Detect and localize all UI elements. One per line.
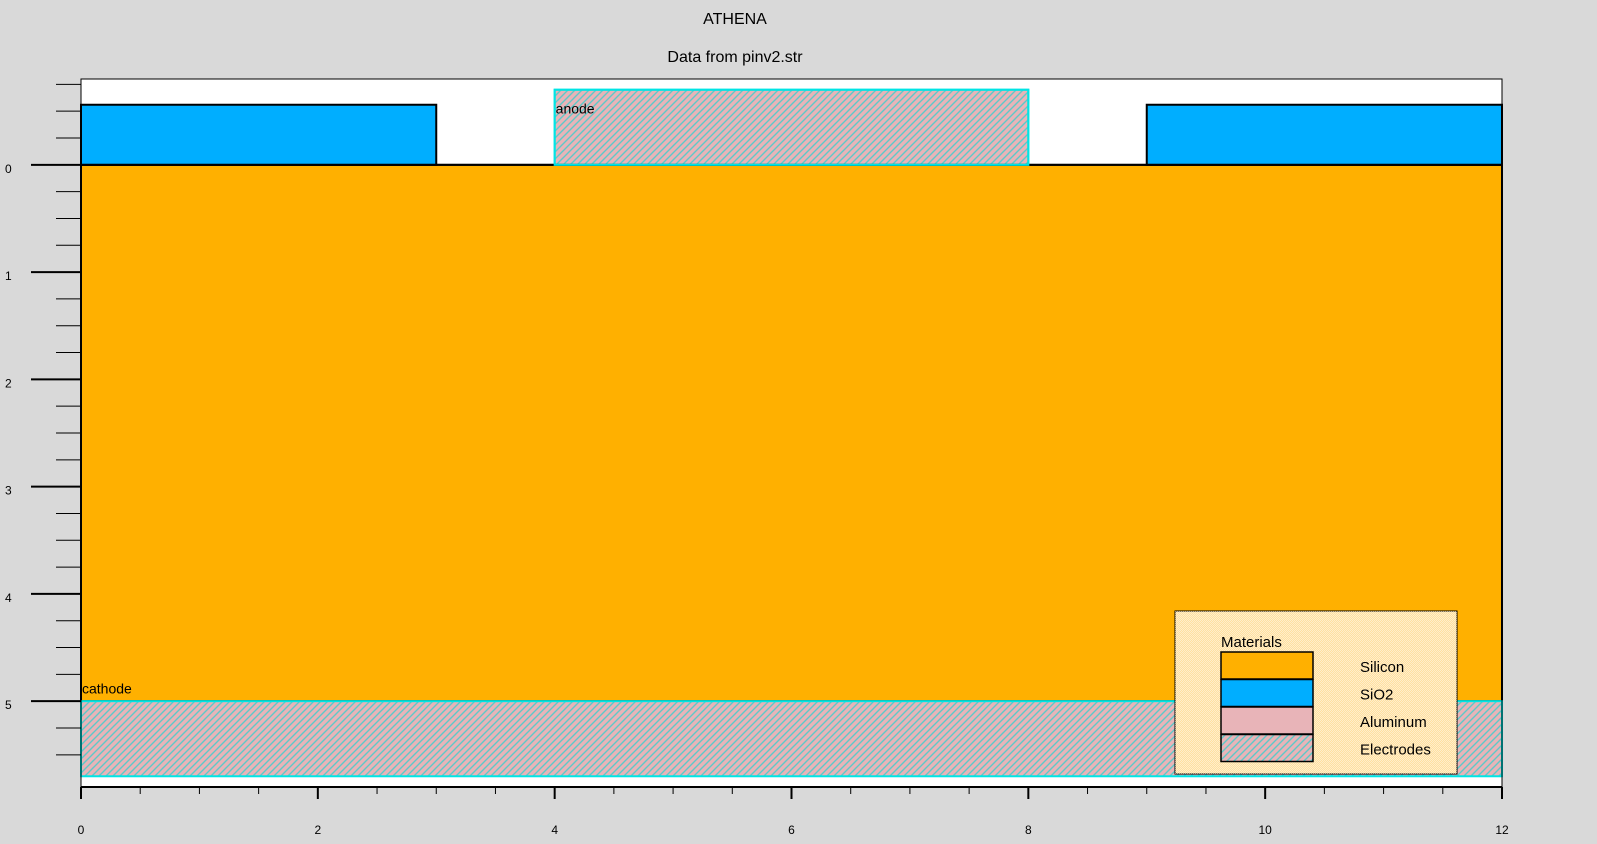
y-tick-label: 3 (5, 484, 12, 498)
legend: Materials Silicon SiO2 Aluminum Electrodes (1174, 610, 1458, 775)
cathode-label: cathode (82, 681, 132, 697)
x-tick-label: 2 (314, 823, 321, 837)
legend-title: Materials (1221, 634, 1282, 651)
y-tick-label: 1 (5, 269, 12, 283)
x-tick-label: 4 (551, 823, 558, 837)
x-tick-label: 8 (1025, 823, 1032, 837)
y-tick-label: 5 (5, 698, 12, 712)
legend-label: Silicon (1360, 659, 1404, 676)
region-anode (553, 88, 1030, 166)
plot-subtitle: Data from pinv2.str (667, 49, 803, 66)
x-tick-label: 6 (788, 823, 795, 837)
region-oxide-left (80, 103, 438, 166)
legend-swatch-hatch (1220, 733, 1314, 763)
anode-label: anode (556, 100, 595, 116)
legend-swatch-aluminum (1220, 706, 1314, 735)
cross-section-plot: ATHENA Data from pinv2.str 0 2 4 6 8 10 120123… (5, 11, 1509, 837)
region-oxide-right (1145, 103, 1503, 166)
y-tick-label: 2 (5, 376, 12, 390)
legend-swatch-sio2 (1220, 678, 1314, 708)
legend-label: Electrodes (1360, 742, 1431, 759)
x-tick-label: 10 (1258, 823, 1272, 837)
legend-swatch-silicon (1220, 651, 1314, 680)
y-tick-label: 0 (5, 162, 12, 176)
x-tick-label: 12 (1495, 823, 1509, 837)
legend-label: Aluminum (1360, 714, 1427, 731)
legend-label: SiO2 (1360, 687, 1393, 704)
plot-window: ATHENA Data from pinv2.str 0 2 4 6 8 10 12 0 1 2 3… (0, 0, 1597, 844)
x-tick-label: 0 (78, 823, 85, 837)
plot-title: ATHENA (703, 11, 767, 28)
y-tick-label: 4 (5, 591, 12, 605)
